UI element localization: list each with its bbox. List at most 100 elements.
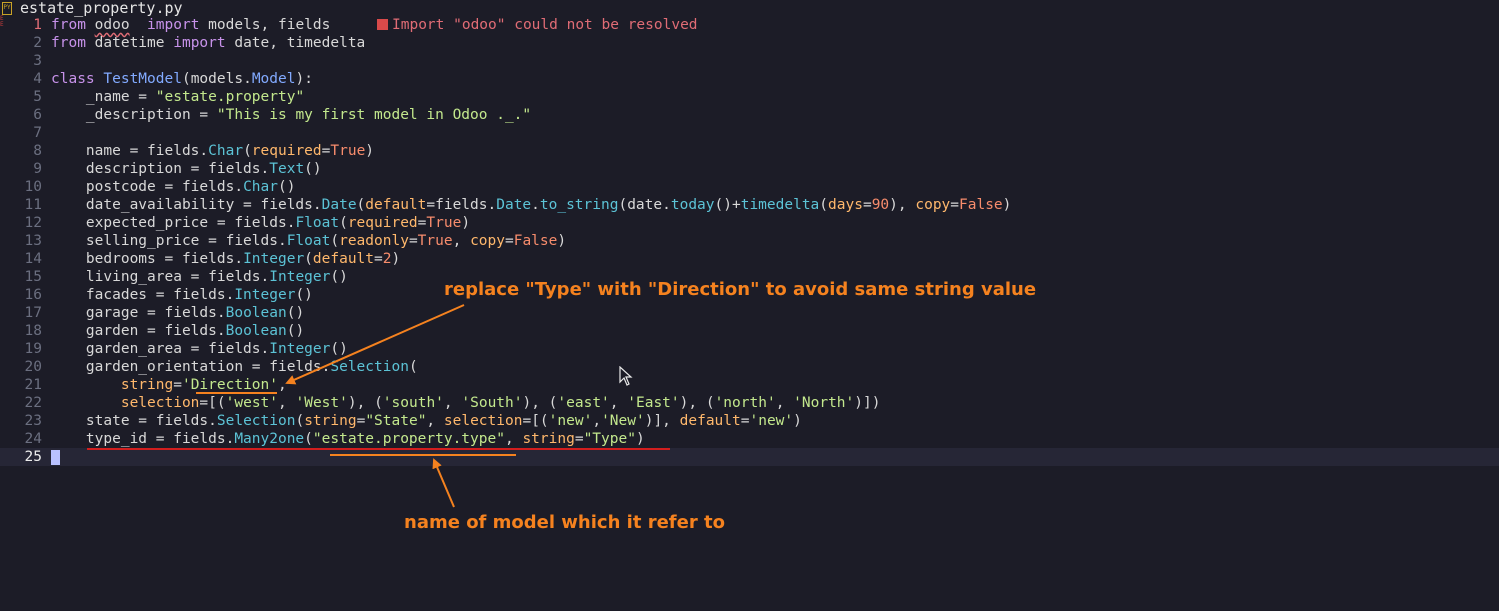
code-text: garage = fields.Boolean() xyxy=(51,304,304,322)
code-token: ( xyxy=(243,143,252,159)
code-line-1[interactable]: E E 1 from odoo import models, fields Impor… xyxy=(0,16,1499,34)
code-line-21[interactable]: 21 string='Direction', xyxy=(0,376,1499,394)
code-line-9[interactable]: 9 description = fields.Text() xyxy=(0,160,1499,178)
code-token: , xyxy=(278,395,296,411)
error-gutter-icon[interactable]: E E xyxy=(0,16,14,34)
code-text: from datetime import date, timedelta xyxy=(51,34,365,52)
code-token: readonly xyxy=(339,233,409,249)
code-token: garden = fields. xyxy=(51,323,226,339)
code-text: name = fields.Char(required=True) xyxy=(51,142,374,160)
code-line-2[interactable]: 2 from datetime import date, timedelta xyxy=(0,34,1499,52)
code-token: , xyxy=(452,233,471,249)
code-token: Boolean xyxy=(225,323,287,339)
code-token: selection xyxy=(120,395,200,411)
code-token: Model xyxy=(251,71,296,87)
code-token: , xyxy=(775,395,794,411)
code-line-12[interactable]: 12 expected_price = fields.Float(require… xyxy=(0,214,1499,232)
code-line-20[interactable]: 20 garden_orientation = fields.Selection… xyxy=(0,358,1499,376)
import-error-diagnostic[interactable]: Import "odoo" could not be resolved xyxy=(377,16,698,34)
code-line-14[interactable]: 14 bedrooms = fields.Integer(default=2) xyxy=(0,250,1499,268)
code-token: = xyxy=(374,251,383,267)
line-number: 22 xyxy=(24,395,42,411)
code-line-25[interactable]: 25 xyxy=(0,448,1499,466)
code-token: default xyxy=(312,251,375,267)
code-line-11[interactable]: 11 date_availability = fields.Date(defau… xyxy=(0,196,1499,214)
code-token: today xyxy=(670,197,715,213)
code-token: False xyxy=(513,233,558,249)
code-token: datetime xyxy=(94,35,174,51)
code-text: living_area = fields.Integer() xyxy=(51,268,348,286)
code-token: default xyxy=(679,413,741,429)
code-token: timedelta xyxy=(740,197,820,213)
code-token: Date xyxy=(321,197,357,213)
code-token: 'West' xyxy=(295,395,348,411)
code-token: class xyxy=(51,71,104,87)
code-token: facades = fields. xyxy=(51,287,235,303)
code-token: . xyxy=(531,197,540,213)
code-token: ) xyxy=(461,215,471,231)
code-line-4[interactable]: 4 class TestModel(models.Model): xyxy=(0,70,1499,88)
code-token: True xyxy=(417,233,453,249)
code-token: living_area = fields. xyxy=(51,269,270,285)
code-token: _name = xyxy=(51,89,156,105)
code-token: string xyxy=(120,377,174,393)
code-line-13[interactable]: 13 selling_price = fields.Float(readonly… xyxy=(0,232,1499,250)
code-line-10[interactable]: 10 postcode = fields.Char() xyxy=(0,178,1499,196)
code-text: selection=[('west', 'West'), ('south', '… xyxy=(51,394,881,412)
code-token: ), ( xyxy=(347,395,383,411)
code-line-22[interactable]: 22 selection=[('west', 'West'), ('south'… xyxy=(0,394,1499,412)
error-square-icon xyxy=(377,19,388,30)
code-token: default xyxy=(365,197,427,213)
code-token: ( xyxy=(304,431,313,447)
code-line-3[interactable]: 3 xyxy=(0,52,1499,70)
code-token: ( xyxy=(330,233,340,249)
line-number: 7 xyxy=(33,125,42,141)
code-token: ( xyxy=(295,413,305,429)
code-token: () xyxy=(295,287,313,303)
code-token: odoo xyxy=(94,17,130,33)
code-text: facades = fields.Integer() xyxy=(51,286,313,304)
line-number: 2 xyxy=(33,35,42,51)
code-line-6[interactable]: 6 _description = "This is my first model… xyxy=(0,106,1499,124)
code-token: Integer xyxy=(234,287,296,303)
code-line-17[interactable]: 17 garage = fields.Boolean() xyxy=(0,304,1499,322)
code-token: selling_price = fields. xyxy=(51,233,287,249)
file-name-title[interactable]: estate_property.py xyxy=(20,0,183,16)
code-token: 'Direction' xyxy=(181,377,278,393)
line-number: 18 xyxy=(24,323,42,339)
code-token: ()+ xyxy=(714,197,741,213)
code-token: True xyxy=(426,215,462,231)
code-token: True xyxy=(330,143,366,159)
line-number: 15 xyxy=(24,269,42,285)
code-token: string xyxy=(522,431,575,447)
code-line-23[interactable]: 23 state = fields.Selection(string="Stat… xyxy=(0,412,1499,430)
code-token: ( xyxy=(339,215,348,231)
code-token: state = fields. xyxy=(51,413,217,429)
code-token: ), xyxy=(889,197,916,213)
code-line-24[interactable]: 24 type_id = fields.Many2one("estate.pro… xyxy=(0,430,1499,448)
code-token: ) xyxy=(635,431,645,447)
code-line-8[interactable]: 8 name = fields.Char(required=True) xyxy=(0,142,1499,160)
code-token: = xyxy=(504,233,514,249)
line-number: 21 xyxy=(24,377,42,393)
code-text: from odoo import models, fields xyxy=(51,16,330,34)
code-line-19[interactable]: 19 garden_area = fields.Integer() xyxy=(0,340,1499,358)
line-number: 20 xyxy=(24,359,42,375)
code-token: copy xyxy=(470,233,505,249)
line-number: 16 xyxy=(24,287,42,303)
code-token: Char xyxy=(243,179,278,195)
code-editor[interactable]: E E 1 from odoo import models, fields Impor… xyxy=(0,16,1499,466)
code-line-5[interactable]: 5 _name = "estate.property" xyxy=(0,88,1499,106)
code-token: ( xyxy=(304,251,313,267)
code-line-18[interactable]: 18 garden = fields.Boolean() xyxy=(0,322,1499,340)
code-token: TestModel xyxy=(103,71,182,87)
code-token: 'South' xyxy=(461,395,523,411)
code-token: )], xyxy=(644,413,680,429)
code-line-7[interactable]: 7 xyxy=(0,124,1499,142)
code-token: _description = xyxy=(51,107,217,123)
code-token: bedrooms = fields. xyxy=(51,251,244,267)
code-token: , xyxy=(426,413,444,429)
code-token: 'south' xyxy=(382,395,444,411)
code-token: (models. xyxy=(181,71,252,87)
